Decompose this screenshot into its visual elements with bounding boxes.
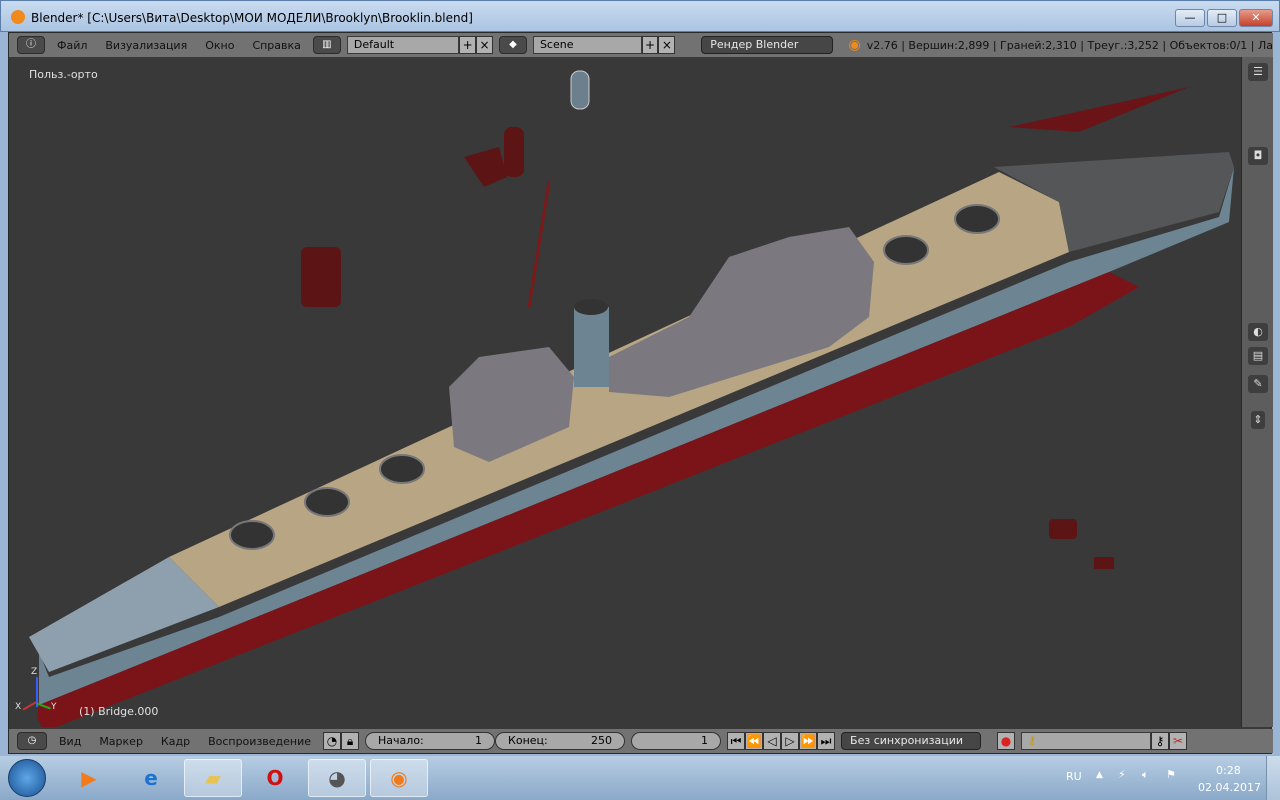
tray-expand-icon[interactable]: ▲ [1096,770,1103,780]
pin-icon[interactable]: ✎ [1248,375,1268,393]
axis-x-label: X [15,702,22,712]
show-desktop-button[interactable] [1266,756,1280,800]
lock-icon[interactable]: 🔒︎ [341,732,360,750]
explorer-icon[interactable]: ▰ [184,759,242,797]
start-frame-field[interactable]: Начало: 1 [365,732,496,750]
menu-view[interactable]: Вид [53,735,87,748]
window-titlebar: Blender* [C:\Users\Вита\Desktop\МОИ МОДЕ… [0,0,1280,32]
outliner-icon[interactable]: ☰ [1248,63,1268,81]
opera-icon[interactable]: O [246,759,304,797]
minimize-button[interactable]: — [1175,9,1205,27]
ship-model [29,70,1234,727]
active-object-label: (1) Bridge.000 [79,705,159,718]
start-frame-label: Начало: [378,734,424,747]
keying-set-field[interactable]: ⚷ [1021,732,1152,750]
language-indicator[interactable]: RU [1066,770,1082,783]
next-keyframe-button[interactable]: ⏩ [799,732,818,750]
start-frame-value: 1 [475,734,483,747]
menu-frame[interactable]: Кадр [155,735,196,748]
toggle-icon[interactable]: ◐ [1248,323,1268,341]
windows-taskbar: ▶ e ▰ O ◕ ◉ RU ▲ ⚡ 🔈︎ ⚑ 0:28 02.04.2017 [0,756,1280,800]
delete-keyframe-icon[interactable]: ✂ [1169,732,1188,750]
layout-icon[interactable]: ▥ [312,36,341,54]
menu-file[interactable]: Файл [51,39,93,52]
gimp-icon[interactable]: ◕ [308,759,366,797]
insert-keyframe-icon[interactable]: ⚷ [1151,732,1170,750]
record-button[interactable]: ● [997,732,1016,750]
play-button[interactable]: ▷ [781,732,800,750]
window-title: Blender* [C:\Users\Вита\Desktop\МОИ МОДЕ… [31,11,473,25]
blender-logo-icon [11,10,25,24]
info-header: ⓘ Файл Визуализация Окно Справка ▥ Defau… [9,33,1273,57]
menu-help[interactable]: Справка [246,39,306,52]
action-center-flag-icon[interactable]: ⚑ [1166,768,1176,781]
editor-type-info-icon[interactable]: ⓘ [17,36,45,54]
layout-field[interactable]: Default [346,36,460,54]
menu-render[interactable]: Визуализация [99,39,193,52]
blender-taskbar-icon[interactable]: ◉ [370,759,428,797]
preview-range-icon[interactable]: ◔ [323,732,342,750]
add-scene-button[interactable]: + [641,36,659,54]
3d-viewport[interactable]: Польз.-орто (1) Bridge.000 Z Y X [9,57,1239,727]
add-layout-button[interactable]: + [459,36,477,54]
prev-keyframe-button[interactable]: ⏪ [745,732,764,750]
internet-explorer-icon[interactable]: e [122,759,180,797]
current-frame-value: 1 [701,734,709,747]
jump-end-button[interactable]: ⏭ [817,732,836,750]
blender-app: ⓘ Файл Визуализация Окно Справка ▥ Defau… [8,32,1273,754]
axis-y-label: Y [51,702,57,712]
render-engine-select[interactable]: Рендер Blender [701,36,833,54]
properties-icon[interactable]: ▤ [1248,347,1268,365]
clock-date[interactable]: 02.04.2017 [1198,781,1261,794]
scene-icon[interactable]: ◆ [498,36,527,54]
start-button[interactable] [8,759,46,797]
sync-select[interactable]: Без синхронизации [841,732,982,750]
scene-field[interactable]: Scene [532,36,642,54]
blender-logo-icon: ◉ [848,37,861,53]
volume-icon[interactable]: 🔈︎ [1142,768,1149,782]
right-sidebar-tabs: ☰ ◘ ◐ ▤ ✎ ⇕ [1241,57,1273,727]
clock-time[interactable]: 0:28 [1216,764,1241,777]
camera-icon[interactable]: ◘ [1248,147,1268,165]
remove-scene-button[interactable]: × [658,36,676,54]
playback-controls: ⏮ ⏪ ◁ ▷ ⏩ ⏭ [727,732,836,750]
jump-start-button[interactable]: ⏮ [727,732,746,750]
axis-z-label: Z [31,667,38,677]
end-frame-field[interactable]: Конец: 250 [495,732,626,750]
scene-stats: v2.76 | Вершин:2,899 | Граней:2,310 | Тр… [866,38,1273,52]
power-icon[interactable]: ⚡ [1118,768,1126,781]
current-frame-field[interactable]: 1 [631,732,722,750]
close-button[interactable]: ✕ [1239,9,1273,27]
timeline-header: ◷ Вид Маркер Кадр Воспроизведение ◔ 🔒︎ Н… [9,729,1273,753]
editor-type-timeline-icon[interactable]: ◷ [17,732,47,750]
menu-window[interactable]: Окно [199,39,240,52]
end-frame-label: Конец: [508,734,548,747]
media-player-icon[interactable]: ▶ [60,759,118,797]
maximize-button[interactable]: □ [1207,9,1237,27]
context-select-icon[interactable]: ⇕ [1251,411,1265,429]
play-reverse-button[interactable]: ◁ [763,732,782,750]
remove-layout-button[interactable]: × [476,36,493,54]
menu-marker[interactable]: Маркер [93,735,149,748]
end-frame-value: 250 [591,734,613,747]
menu-playback[interactable]: Воспроизведение [202,735,317,748]
